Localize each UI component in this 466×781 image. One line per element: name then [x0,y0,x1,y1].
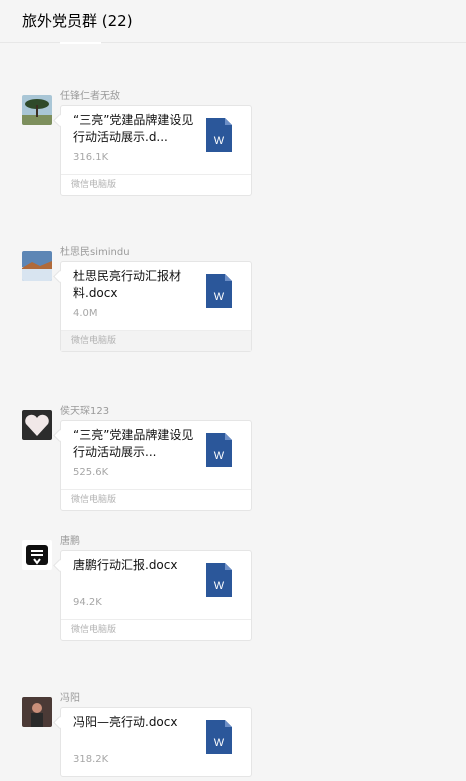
sender-name: 杜思民simindu [60,247,130,258]
file-card[interactable]: “三亮”党建品牌建设见行动活动展示.d... 316.1K W 微信电脑版 [60,105,252,196]
file-card[interactable]: 冯阳—亮行动.docx 318.2K W [60,707,252,777]
file-size: 318.2K [73,754,109,765]
avatar[interactable] [22,95,52,125]
avatar[interactable] [22,410,52,440]
sender-name: 侯天琛123 [60,406,110,417]
svg-text:W: W [214,737,225,749]
word-doc-icon: W [206,720,232,754]
tree-landscape-avatar-icon [22,95,52,125]
file-card[interactable]: 杜思民亮行动汇报材料.docx 4.0M W 微信电脑版 [60,261,252,352]
source-label: 微信电脑版 [61,330,251,351]
avatar[interactable] [22,697,52,727]
svg-text:W: W [214,450,225,462]
lake-sunset-avatar-icon [22,251,52,281]
sender-name: 冯阳 [60,693,80,704]
person-portrait-avatar-icon [22,697,52,727]
sender-name: 任锋仁者无敌 [60,91,120,102]
file-size: 316.1K [73,152,109,163]
file-size: 94.2K [73,597,102,608]
word-doc-icon: W [206,563,232,597]
word-doc-icon: W [206,274,232,308]
file-name: 杜思民亮行动汇报材料.docx [73,269,182,300]
word-doc-icon: W [206,433,232,467]
file-name: “三亮”党建品牌建设见行动活动展示... [73,428,194,459]
source-label: 微信电脑版 [61,174,251,195]
chinese-char-logo-avatar-icon [22,540,52,570]
file-name: 唐鹏行动汇报.docx [73,558,178,572]
avatar[interactable] [22,251,52,281]
chat-title[interactable]: 旅外党员群 (22) [22,10,133,31]
file-card[interactable]: 唐鹏行动汇报.docx 94.2K W 微信电脑版 [60,550,252,641]
svg-text:W: W [214,135,225,147]
header-underline [60,42,101,44]
svg-text:W: W [214,580,225,592]
heart-photo-avatar-icon [22,410,52,440]
source-label: 微信电脑版 [61,489,251,510]
source-label: 微信电脑版 [61,619,251,640]
avatar[interactable] [22,540,52,570]
file-name: 冯阳—亮行动.docx [73,715,178,729]
file-name: “三亮”党建品牌建设见行动活动展示.d... [73,113,194,144]
file-size: 525.6K [73,467,109,478]
chat-header: 旅外党员群 (22) [0,0,466,43]
file-size: 4.0M [73,308,98,319]
file-card[interactable]: “三亮”党建品牌建设见行动活动展示... 525.6K W 微信电脑版 [60,420,252,511]
word-doc-icon: W [206,118,232,152]
svg-text:W: W [214,291,225,303]
sender-name: 唐鹏 [60,536,80,547]
